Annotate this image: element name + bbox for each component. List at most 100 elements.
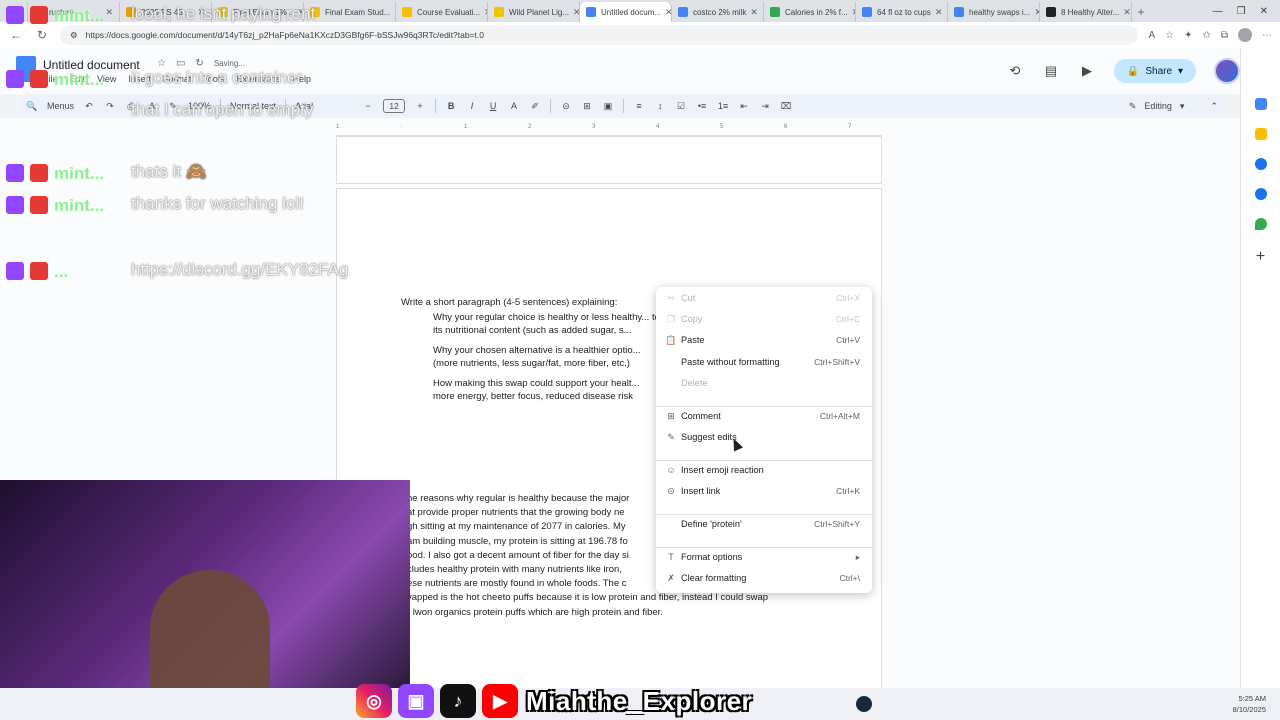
account-avatar[interactable] (1214, 58, 1240, 84)
emoji-icon: ☺ (666, 465, 676, 475)
calendar-icon[interactable] (1254, 98, 1267, 110)
profile-avatar[interactable] (1238, 28, 1252, 42)
context-menu-item-suggest-edits[interactable]: ✎ Suggest edits (656, 427, 872, 447)
tab-close-icon[interactable]: ✕ (661, 7, 671, 18)
checklist-icon[interactable]: ☑ (675, 101, 687, 112)
tab-label: Course Evaluati... (417, 7, 481, 17)
tab-favicon-icon (770, 7, 780, 17)
clock-time: 5:25 AM (1238, 694, 1266, 703)
context-menu-label: Paste without formatting (681, 357, 780, 367)
context-menu-shortcut: Ctrl+Shift+V (814, 357, 860, 367)
tab-favicon-icon (402, 7, 412, 17)
browser-tab[interactable]: 64 fl oz to cups ✕ (856, 2, 948, 22)
browser-tab[interactable]: Wild Planet Lig... ✕ (488, 2, 580, 22)
steam-icon[interactable] (856, 696, 872, 712)
context-menu-item-paste[interactable]: 📋 Paste Ctrl+V (656, 330, 872, 350)
browser-tab[interactable]: 8 Healthy Alter... ✕ (1040, 2, 1132, 22)
meet-video-icon[interactable]: ▶ (1078, 63, 1096, 79)
tab-label: Final Exam Stud... (325, 7, 391, 17)
tab-close-icon[interactable]: ✕ (569, 7, 579, 18)
collections-icon[interactable]: ⧉ (1221, 30, 1228, 41)
bookmark-star-icon[interactable]: ☆ (1165, 30, 1174, 41)
insert-image-icon[interactable]: ▣ (602, 101, 614, 112)
context-menu-item-comment[interactable]: ⊞ Comment Ctrl+Alt+M (656, 406, 872, 426)
insert-link-icon[interactable]: ⊝ (560, 101, 572, 112)
webcam-feed (0, 480, 410, 688)
browser-tab[interactable]: Untitled docum... ✕ (580, 2, 672, 22)
clear-format-icon: ✗ (667, 572, 675, 583)
version-history-icon[interactable]: ⟲ (1006, 63, 1024, 79)
decrease-indent-icon[interactable]: ⇤ (738, 101, 750, 112)
context-menu-item-insert-link[interactable]: ⊝ Insert link Ctrl+K (656, 481, 872, 501)
add-addon-icon[interactable]: + (1256, 248, 1265, 266)
comments-icon[interactable]: ▤ (1042, 63, 1060, 79)
minimize-icon[interactable]: — (1213, 6, 1223, 17)
text-color-icon[interactable]: A (508, 101, 520, 111)
insert-comment-icon[interactable]: ⊞ (581, 101, 593, 112)
favorites-icon[interactable]: ✩ (1202, 30, 1210, 41)
paragraph-line: am building muscle, my protein is sittin… (407, 535, 628, 547)
decrease-font-icon[interactable]: − (362, 101, 374, 111)
tab-label: Calories in 2% f... (785, 7, 848, 17)
browser-tab[interactable]: Calories in 2% f...✕ (764, 2, 856, 22)
bulleted-list-icon[interactable]: •≡ (696, 101, 708, 111)
context-menu-label: Cut (681, 293, 696, 303)
context-menu-item-paste-without-formatting[interactable]: Paste without formatting Ctrl+Shift+V (656, 352, 872, 372)
tab-close-icon[interactable]: ✕ (931, 7, 943, 18)
tab-label: Untitled docum... (601, 7, 662, 17)
editing-mode-select[interactable]: ✎ Editing ▾ ⌃ (1129, 101, 1218, 112)
keep-icon[interactable] (1254, 128, 1267, 140)
twitch-badge-icon (6, 196, 24, 214)
line-spacing-icon[interactable]: ↕ (654, 101, 666, 111)
bold-icon[interactable]: B (445, 101, 457, 111)
increase-indent-icon[interactable]: ⇥ (759, 101, 771, 112)
tasks-icon[interactable] (1254, 158, 1267, 170)
tab-close-icon[interactable]: ✕ (1119, 7, 1131, 18)
stream-chat-overlay: mint... loool, he isnt paying rent mint...… (0, 0, 349, 330)
context-menu-shortcut: Ctrl+X (836, 293, 860, 303)
chat-text: loool, he isnt paying rent (131, 4, 316, 23)
tab-close-icon[interactable]: ✕ (1030, 7, 1039, 18)
subscriber-badge-icon (30, 262, 48, 280)
suggest-edits-icon: ✎ (667, 431, 675, 442)
maps-icon[interactable] (1254, 218, 1267, 230)
context-menu-item-define-protein[interactable]: Define 'protein' Ctrl+Shift+Y (656, 514, 872, 534)
share-button[interactable]: 🔒 Share ▾ (1114, 59, 1196, 83)
instagram-icon: ◎ (356, 684, 392, 718)
tab-favicon-icon (954, 7, 964, 17)
more-menu-icon[interactable]: ⋯ (1262, 30, 1272, 41)
chat-message: mint... (6, 164, 104, 184)
context-menu-item-insert-emoji-reaction[interactable]: ☺ Insert emoji reaction (656, 460, 872, 480)
tab-close-icon[interactable]: ✕ (480, 7, 487, 18)
tab-favicon-icon (862, 7, 872, 17)
lock-icon: 🔒 (1126, 65, 1140, 77)
paragraph-line: he reasons why regular is healthy becaus… (407, 493, 630, 504)
close-window-icon[interactable]: ✕ (1260, 6, 1268, 17)
new-tab-button[interactable]: + (1132, 2, 1150, 22)
toolbar-divider (623, 99, 625, 113)
browser-tab[interactable]: healthy swaps i...✕ (948, 2, 1040, 22)
increase-font-icon[interactable]: + (414, 101, 426, 111)
tab-close-icon[interactable]: ✕ (848, 7, 855, 18)
tab-close-icon[interactable]: ✕ (746, 7, 758, 18)
clear-formatting-icon[interactable]: ⌧ (780, 101, 792, 112)
chevron-down-icon: ▾ (1179, 100, 1185, 111)
font-size-input[interactable]: 12 (383, 99, 406, 113)
align-icon[interactable]: ≡ (633, 101, 645, 111)
extensions-icon[interactable]: ✦ (1184, 30, 1192, 41)
underline-icon[interactable]: U (487, 101, 499, 111)
read-aloud-icon[interactable]: A (1148, 30, 1155, 41)
contacts-icon[interactable] (1254, 188, 1267, 200)
browser-tab[interactable]: costco 2% milk ✕ (672, 2, 764, 22)
numbered-list-icon[interactable]: 1≡ (717, 101, 729, 111)
highlight-icon[interactable]: ✐ (529, 101, 541, 112)
context-menu-item-format-options[interactable]: T Format options ▸ (656, 547, 872, 567)
collapse-toolbar-icon[interactable]: ⌃ (1210, 101, 1218, 112)
chat-text: https://discord.gg/EKY82FAg (131, 260, 349, 279)
document-page[interactable] (336, 136, 882, 184)
restore-icon[interactable]: ❐ (1237, 6, 1246, 17)
context-menu-item-clear-formatting[interactable]: ✗ Clear formatting Ctrl+\ (656, 568, 872, 588)
italic-icon[interactable]: I (466, 101, 478, 111)
chat-username: ... (54, 262, 69, 281)
browser-tab[interactable]: Course Evaluati...✕ (396, 2, 488, 22)
